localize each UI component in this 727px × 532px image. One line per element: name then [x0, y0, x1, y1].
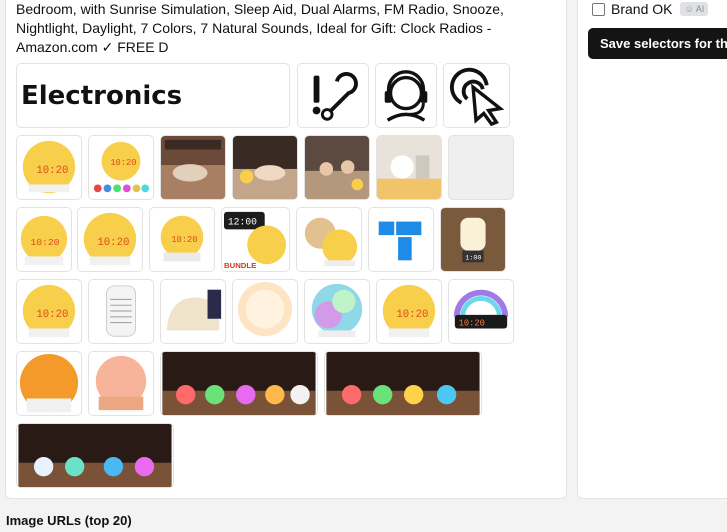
ai-badge: ☺ AI [680, 2, 709, 16]
bedside-lamp-image[interactable]: 1:00 [440, 207, 506, 272]
ai-badge-label: AI [695, 4, 705, 14]
brand-ok-label: Brand OK [611, 1, 673, 17]
wood-clock-image[interactable] [296, 207, 362, 272]
lamp-color-modes-image[interactable]: 10:20 [88, 135, 154, 200]
wall-lamp-image[interactable] [376, 135, 442, 200]
svg-text:10:20: 10:20 [396, 309, 428, 321]
svg-text:BUNDLE: BUNDLE [224, 261, 256, 270]
brand-logo-image[interactable] [368, 207, 434, 272]
svg-text:10:20: 10:20 [171, 235, 197, 245]
orange-lamp-image[interactable] [16, 351, 82, 416]
category-banner[interactable]: Electronics [16, 63, 290, 128]
warning-wrench-icon[interactable] [297, 63, 369, 128]
bundle-clock-image[interactable]: 12:00 BUNDLE [221, 207, 290, 272]
sunrise-lamp-image[interactable]: 10:20 [376, 279, 442, 344]
lighting-banner-image[interactable] [160, 351, 318, 416]
svg-text:10:20: 10:20 [459, 319, 485, 329]
sunrise-lamp-image[interactable]: 10:20 [16, 135, 82, 200]
sunrise-lamp-image[interactable]: 10:20 [77, 207, 143, 272]
image-placeholder[interactable] [448, 135, 514, 200]
cream-lamp-image[interactable] [160, 279, 226, 344]
svg-text:10:20: 10:20 [31, 237, 60, 248]
click-cursor-icon[interactable] [443, 63, 510, 128]
sleep-scene-image[interactable] [232, 135, 298, 200]
category-label: Electronics [21, 80, 183, 111]
soft-glow-lamp-image[interactable] [232, 279, 298, 344]
rainbow-clock-image[interactable]: 10:20 [448, 279, 514, 344]
save-selectors-button[interactable]: Save selectors for this [588, 28, 727, 59]
family-scene-image[interactable] [304, 135, 370, 200]
lighting-banner-image[interactable] [16, 423, 174, 488]
svg-text:10:20: 10:20 [110, 158, 136, 168]
lighting-banner-image[interactable] [324, 351, 482, 416]
image-urls-heading: Image URLs (top 20) [6, 513, 132, 528]
bedroom-scene-image[interactable] [160, 135, 226, 200]
sunrise-lamp-image[interactable]: 10:20 [16, 207, 72, 272]
peach-lamp-image[interactable] [88, 351, 154, 416]
sunrise-lamp-image[interactable]: 10:20 [149, 207, 215, 272]
brand-ok-row[interactable]: Brand OK ☺ AI [592, 1, 709, 17]
air-purifier-image[interactable] [88, 279, 154, 344]
selector-panel [577, 0, 727, 499]
brand-ok-checkbox[interactable] [592, 2, 605, 16]
svg-text:1:00: 1:00 [465, 254, 481, 262]
product-description: Bedroom, with Sunrise Simulation, Sleep … [16, 1, 504, 55]
support-headset-icon[interactable] [375, 63, 437, 128]
rgb-lamp-image[interactable] [304, 279, 370, 344]
sunrise-lamp-image[interactable]: 10:20 [16, 279, 82, 344]
svg-text:10:20: 10:20 [36, 165, 68, 177]
svg-text:10:20: 10:20 [97, 237, 129, 249]
svg-text:12:00: 12:00 [228, 216, 257, 227]
svg-text:10:20: 10:20 [36, 309, 68, 321]
robot-icon: ☺ [684, 4, 694, 14]
